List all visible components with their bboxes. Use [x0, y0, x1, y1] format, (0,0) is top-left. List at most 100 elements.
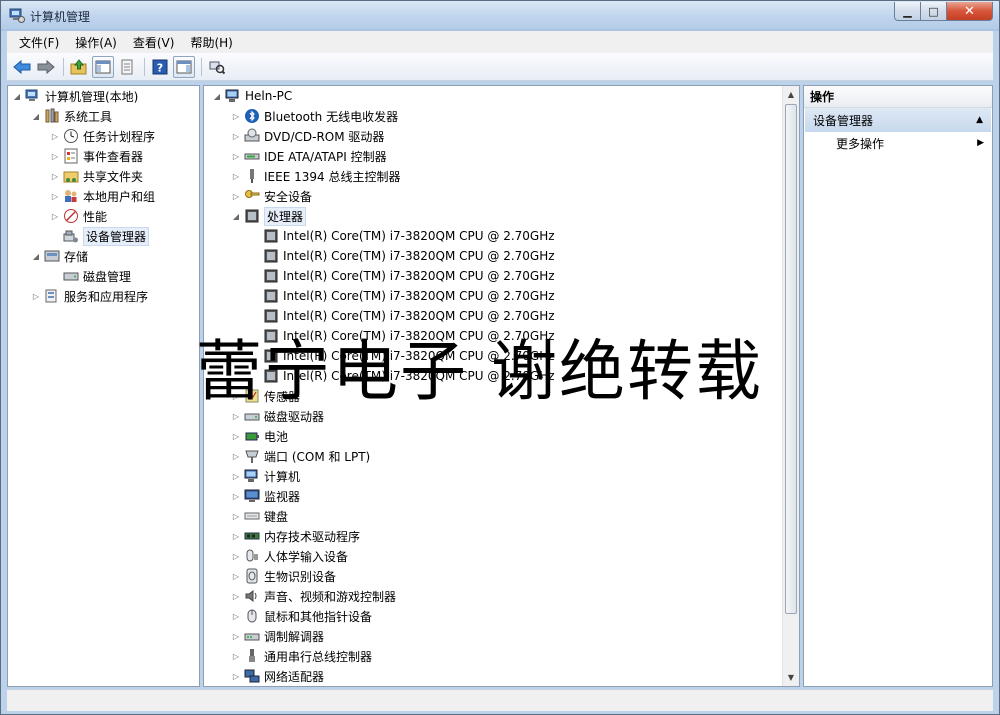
menu-action[interactable]: 操作(A): [69, 34, 123, 51]
device-tree-item[interactable]: ▷ 生物识别设备: [231, 566, 336, 586]
console-tree-item[interactable]: ◢ 系统工具: [31, 106, 112, 126]
collapsed-arrow-icon[interactable]: ▷: [231, 671, 241, 681]
device-tree-item[interactable]: ▷ DVD/CD-ROM 驱动器: [231, 126, 384, 146]
vertical-scrollbar[interactable]: ▲ ▼: [782, 86, 799, 686]
device-tree-item[interactable]: ▷ 磁盘驱动器: [231, 406, 324, 426]
collapsed-arrow-icon[interactable]: ▷: [231, 411, 241, 421]
collapsed-arrow-icon[interactable]: ▷: [50, 191, 60, 201]
collapsed-arrow-icon[interactable]: ▷: [231, 391, 241, 401]
menu-help[interactable]: 帮助(H): [184, 34, 238, 51]
console-tree-item[interactable]: ▷ 任务计划程序: [50, 126, 155, 146]
device-tree-item[interactable]: ▷ 声音、视频和游戏控制器: [231, 586, 396, 606]
forward-button[interactable]: [35, 56, 57, 78]
collapsed-arrow-icon[interactable]: ▷: [231, 471, 241, 481]
device-tree-item[interactable]: ▷ 调制解调器: [231, 626, 324, 646]
close-button[interactable]: ✕: [947, 2, 993, 21]
collapsed-arrow-icon[interactable]: ▷: [231, 511, 241, 521]
collapse-up-icon[interactable]: ▲: [976, 115, 983, 125]
expanded-arrow-icon[interactable]: ◢: [231, 211, 241, 221]
expanded-arrow-icon[interactable]: ◢: [31, 251, 41, 261]
collapsed-arrow-icon[interactable]: ▷: [50, 211, 60, 221]
collapsed-arrow-icon[interactable]: ▷: [231, 491, 241, 501]
menu-file[interactable]: 文件(F): [13, 34, 65, 51]
scroll-down-icon[interactable]: ▼: [783, 669, 799, 686]
device-tree-item[interactable]: Intel(R) Core(TM) i7-3820QM CPU @ 2.70GH…: [250, 366, 555, 386]
collapsed-arrow-icon[interactable]: ▷: [231, 451, 241, 461]
device-tree-item[interactable]: ▷ 监视器: [231, 486, 300, 506]
expanded-arrow-icon[interactable]: ◢: [12, 91, 22, 101]
back-button[interactable]: [11, 56, 33, 78]
console-tree-item[interactable]: ◢ 存储: [31, 246, 88, 266]
device-tree-item[interactable]: Intel(R) Core(TM) i7-3820QM CPU @ 2.70GH…: [250, 266, 555, 286]
collapsed-arrow-icon[interactable]: ▷: [231, 531, 241, 541]
collapsed-arrow-icon[interactable]: ▷: [50, 151, 60, 161]
collapsed-arrow-icon[interactable]: ▷: [231, 551, 241, 561]
monitor-icon: [244, 489, 260, 502]
speaker-icon: [245, 590, 257, 602]
scan-hardware-button[interactable]: [206, 56, 228, 78]
collapsed-arrow-icon[interactable]: ▷: [231, 651, 241, 661]
scrollbar-thumb[interactable]: [785, 104, 797, 614]
device-tree-item[interactable]: ▷ 计算机: [231, 466, 300, 486]
title-bar[interactable]: 计算机管理 ▁ □ ✕: [1, 1, 999, 29]
console-tree-item[interactable]: ▷ 性能: [50, 206, 107, 226]
device-tree-item[interactable]: Intel(R) Core(TM) i7-3820QM CPU @ 2.70GH…: [250, 346, 555, 366]
device-tree-item[interactable]: ▷ 端口 (COM 和 LPT): [231, 446, 370, 466]
device-tree-item[interactable]: ▷ 人体学输入设备: [231, 546, 348, 566]
expanded-arrow-icon[interactable]: ◢: [31, 111, 41, 121]
console-tree-item[interactable]: ▷ 共享文件夹: [50, 166, 143, 186]
device-tree-item[interactable]: Intel(R) Core(TM) i7-3820QM CPU @ 2.70GH…: [250, 226, 555, 246]
device-tree-item[interactable]: ▷ 内存技术驱动程序: [231, 526, 360, 546]
collapsed-arrow-icon[interactable]: ▷: [231, 431, 241, 441]
scroll-up-icon[interactable]: ▲: [783, 86, 799, 103]
collapsed-arrow-icon[interactable]: ▷: [231, 131, 241, 141]
console-tree-item[interactable]: 磁盘管理: [50, 266, 131, 286]
device-tree-item[interactable]: ◢ 处理器: [231, 206, 307, 226]
collapsed-arrow-icon[interactable]: ▷: [231, 111, 241, 121]
collapsed-arrow-icon[interactable]: ▷: [50, 171, 60, 181]
device-tree-item[interactable]: Intel(R) Core(TM) i7-3820QM CPU @ 2.70GH…: [250, 326, 555, 346]
collapsed-arrow-icon[interactable]: ▷: [231, 151, 241, 161]
device-tree-item[interactable]: ▷ IDE ATA/ATAPI 控制器: [231, 146, 387, 166]
device-tree-item[interactable]: ▷ 网络适配器: [231, 666, 324, 686]
more-actions-item[interactable]: 更多操作 ▶: [804, 132, 992, 154]
collapsed-arrow-icon[interactable]: ▷: [231, 191, 241, 201]
collapsed-arrow-icon[interactable]: ▷: [231, 631, 241, 641]
show-hide-action-pane-button[interactable]: [173, 55, 195, 78]
show-hide-console-tree-button[interactable]: [92, 55, 114, 78]
collapsed-arrow-icon[interactable]: ▷: [231, 171, 241, 181]
toolbar-separator: [63, 57, 64, 76]
up-level-button[interactable]: [68, 56, 90, 78]
console-tree-item[interactable]: ▷ 本地用户和组: [50, 186, 155, 206]
properties-button[interactable]: [116, 56, 138, 78]
collapsed-arrow-icon[interactable]: ▷: [231, 571, 241, 581]
device-tree-item[interactable]: ▷ 安全设备: [231, 186, 312, 206]
more-actions-label: 更多操作: [836, 136, 885, 151]
device-tree-item[interactable]: ▷ 键盘: [231, 506, 288, 526]
device-tree-item[interactable]: ▷ 通用串行总线控制器: [231, 646, 372, 666]
help-button[interactable]: ?: [149, 56, 171, 78]
collapsed-arrow-icon[interactable]: ▷: [231, 591, 241, 601]
collapsed-arrow-icon[interactable]: ▷: [231, 611, 241, 621]
maximize-button[interactable]: □: [921, 2, 947, 21]
device-tree-item[interactable]: Intel(R) Core(TM) i7-3820QM CPU @ 2.70GH…: [250, 246, 555, 266]
collapsed-arrow-icon[interactable]: ▷: [31, 291, 41, 301]
device-tree-item[interactable]: ▷ IEEE 1394 总线主控制器: [231, 166, 400, 186]
device-tree-item[interactable]: ▷ 鼠标和其他指针设备: [231, 606, 372, 626]
device-tree-item[interactable]: Intel(R) Core(TM) i7-3820QM CPU @ 2.70GH…: [250, 286, 555, 306]
collapsed-arrow-icon[interactable]: ▷: [50, 131, 60, 141]
menu-view[interactable]: 查看(V): [127, 34, 181, 51]
minimize-button[interactable]: ▁: [894, 2, 921, 21]
console-tree-item[interactable]: ▷ 服务和应用程序: [31, 286, 148, 306]
actions-section-device-manager[interactable]: 设备管理器 ▲: [805, 108, 991, 132]
console-tree-item[interactable]: 设备管理器: [50, 226, 150, 246]
device-tree-item[interactable]: ▷ 电池: [231, 426, 288, 446]
device-tree-item[interactable]: ▷ 传感器: [231, 386, 300, 406]
console-tree-item[interactable]: ▷ 事件查看器: [50, 146, 143, 166]
expanded-arrow-icon[interactable]: ◢: [212, 91, 222, 101]
console-tree-item[interactable]: ◢ 计算机管理(本地): [12, 86, 138, 106]
device-tree-item[interactable]: ▷ Bluetooth 无线电收发器: [231, 106, 398, 126]
device-tree-item[interactable]: ◢ Heln-PC: [212, 86, 292, 106]
device-tree-item[interactable]: Intel(R) Core(TM) i7-3820QM CPU @ 2.70GH…: [250, 306, 555, 326]
